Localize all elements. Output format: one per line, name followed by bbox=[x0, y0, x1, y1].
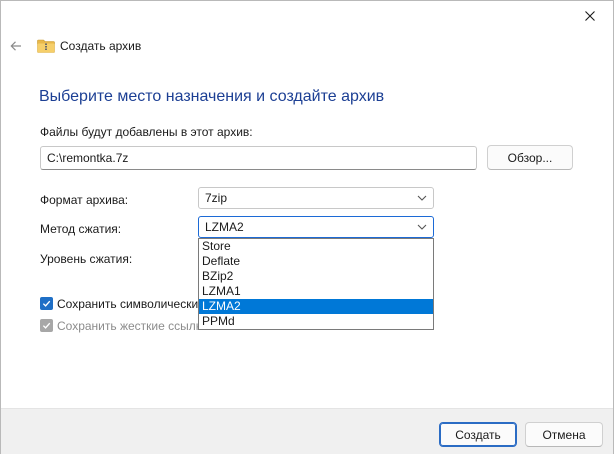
method-select[interactable]: LZMA2 bbox=[198, 216, 434, 238]
dialog-footer: Создать Отмена bbox=[1, 408, 613, 454]
method-select-value: LZMA2 bbox=[205, 220, 244, 234]
archive-path-input[interactable] bbox=[40, 146, 477, 170]
method-option-lzma2[interactable]: LZMA2 bbox=[199, 299, 433, 314]
dialog-title: Создать архив bbox=[60, 39, 142, 53]
format-select-value: 7zip bbox=[205, 191, 228, 205]
dialog-header: Создать архив bbox=[1, 31, 613, 61]
format-label: Формат архива: bbox=[40, 193, 129, 207]
checkmark-icon bbox=[42, 300, 51, 307]
method-dropdown-list: Store Deflate BZip2 LZMA1 LZMA2 PPMd bbox=[198, 238, 434, 330]
method-label: Метод сжатия: bbox=[40, 222, 122, 236]
symlinks-label: Сохранить символические ссылки bbox=[57, 297, 198, 311]
format-select[interactable]: 7zip bbox=[198, 187, 434, 209]
method-option-ppmd[interactable]: PPMd bbox=[199, 314, 433, 329]
chevron-down-icon bbox=[417, 224, 427, 230]
close-icon bbox=[585, 11, 595, 21]
files-label: Файлы будут добавлены в этот архив: bbox=[40, 125, 253, 139]
level-label: Уровень сжатия: bbox=[40, 252, 133, 266]
method-option-store[interactable]: Store bbox=[199, 239, 433, 254]
method-option-deflate[interactable]: Deflate bbox=[199, 254, 433, 269]
cancel-button[interactable]: Отмена bbox=[525, 422, 603, 447]
close-button[interactable] bbox=[567, 1, 613, 31]
zip-folder-icon bbox=[37, 39, 55, 53]
browse-button[interactable]: Обзор... bbox=[487, 145, 573, 170]
hardlinks-label: Сохранить жесткие ссылки bbox=[57, 319, 198, 333]
method-option-lzma1[interactable]: LZMA1 bbox=[199, 284, 433, 299]
create-archive-dialog: Создать архив Выберите место назначения … bbox=[0, 0, 614, 454]
chevron-down-icon bbox=[417, 195, 427, 201]
page-heading: Выберите место назначения и создайте арх… bbox=[39, 88, 385, 105]
checkmark-icon bbox=[42, 322, 51, 329]
arrow-left-icon bbox=[10, 41, 21, 51]
hardlinks-checkbox[interactable] bbox=[40, 319, 53, 332]
create-button[interactable]: Создать bbox=[439, 422, 517, 447]
back-button[interactable] bbox=[5, 37, 27, 55]
method-option-bzip2[interactable]: BZip2 bbox=[199, 269, 433, 284]
symlinks-checkbox[interactable] bbox=[40, 297, 53, 310]
